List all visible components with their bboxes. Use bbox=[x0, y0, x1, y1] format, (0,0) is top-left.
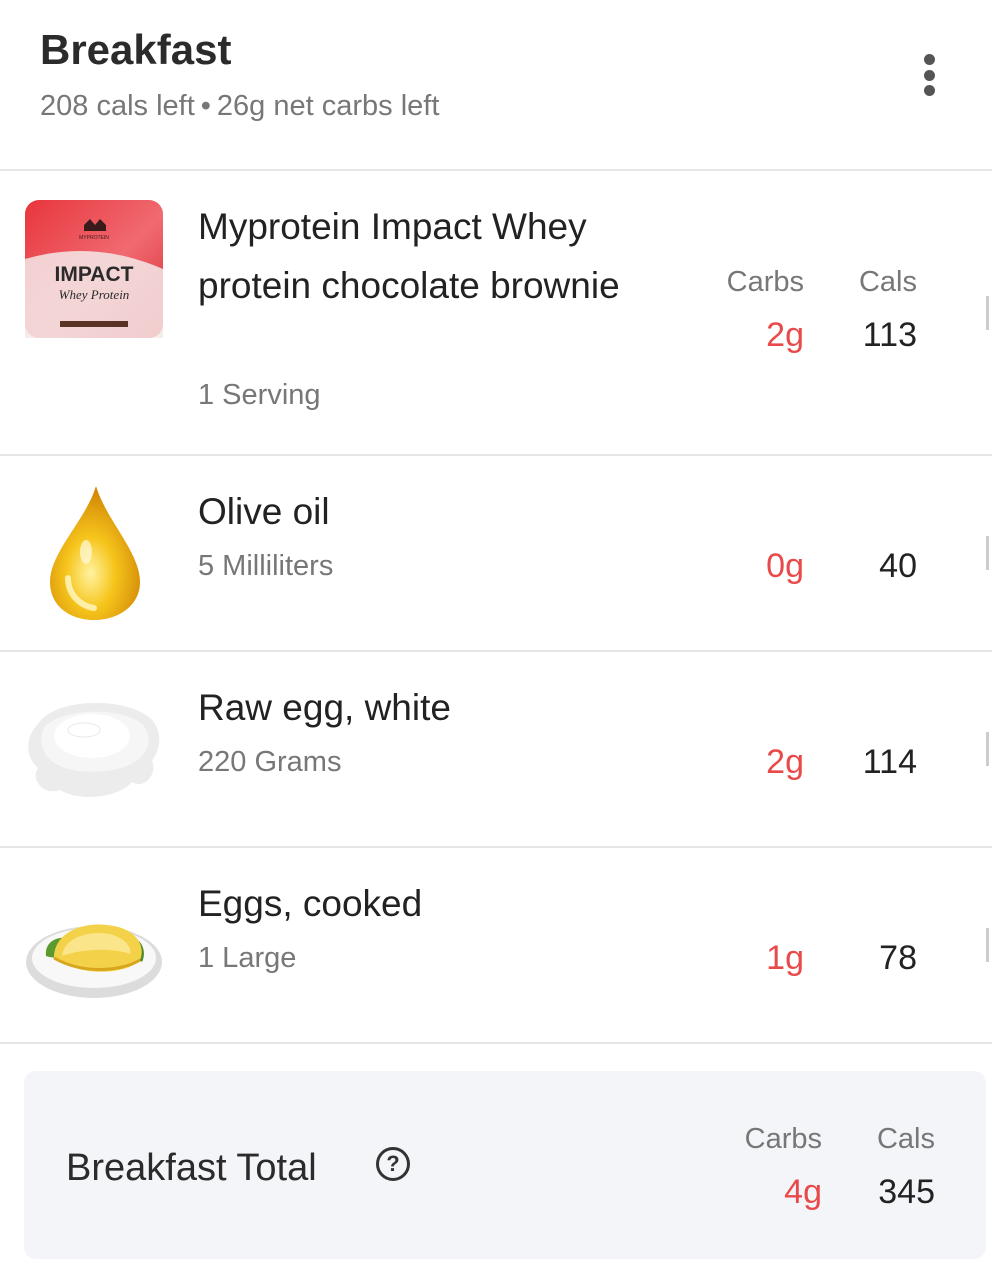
cals-column-header: Cals bbox=[858, 266, 917, 298]
meal-total-label: Breakfast Total bbox=[66, 1147, 317, 1189]
carbs-column-header: Carbs bbox=[744, 1123, 822, 1155]
food-amount: 1 Serving bbox=[198, 379, 321, 411]
food-carbs: 2g bbox=[766, 316, 804, 354]
row-edge-handle[interactable] bbox=[986, 928, 989, 962]
row-edge-handle[interactable] bbox=[986, 536, 989, 570]
egg-white-image bbox=[24, 678, 164, 818]
food-amount: 220 Grams bbox=[198, 746, 342, 778]
food-name: Olive oil bbox=[198, 491, 330, 532]
summary-separator: • bbox=[200, 90, 211, 122]
food-row-eggs-cooked[interactable]: Eggs, cooked 1 Large 1g 78 bbox=[0, 848, 992, 1042]
food-amount: 1 Large bbox=[198, 942, 297, 974]
more-options-icon[interactable] bbox=[913, 50, 945, 100]
meal-total-card: Breakfast Total ? Carbs Cals 4g 345 bbox=[24, 1071, 986, 1259]
food-name: Eggs, cooked bbox=[198, 883, 423, 924]
food-name: Raw egg, white bbox=[198, 687, 451, 728]
pouch-title: IMPACT bbox=[55, 263, 134, 286]
food-cals: 113 bbox=[862, 316, 917, 354]
pouch-subtitle: Whey Protein bbox=[59, 287, 130, 302]
food-name: Myprotein Impact Whey protein chocolate … bbox=[198, 206, 620, 306]
food-row-olive-oil[interactable]: Olive oil 5 Milliliters 0g 40 bbox=[0, 456, 992, 650]
row-edge-handle[interactable] bbox=[986, 732, 989, 766]
meal-header: Breakfast 208 cals left • 26g net carbs le… bbox=[0, 0, 992, 170]
meal-summary: 208 cals left • 26g net carbs left bbox=[40, 90, 439, 123]
row-edge-handle[interactable] bbox=[986, 296, 989, 330]
protein-pouch-image: MYPROTEIN IMPACT Whey Protein bbox=[24, 199, 164, 339]
food-row-egg-white[interactable]: Raw egg, white 220 Grams 2g 114 bbox=[0, 652, 992, 846]
food-carbs: 0g bbox=[766, 547, 804, 585]
omelette-image bbox=[24, 876, 164, 1016]
meal-title: Breakfast bbox=[40, 26, 232, 73]
pouch-brand: MYPROTEIN bbox=[79, 235, 109, 241]
food-cals: 114 bbox=[862, 743, 917, 781]
food-cals: 40 bbox=[879, 547, 917, 585]
divider bbox=[0, 1042, 992, 1044]
net-carbs-left: 26g net carbs left bbox=[216, 90, 440, 122]
cals-left: 208 cals left bbox=[40, 90, 195, 122]
carbs-column-header: Carbs bbox=[726, 266, 804, 298]
help-icon[interactable]: ? bbox=[376, 1147, 410, 1181]
food-amount: 5 Milliliters bbox=[198, 550, 334, 582]
food-carbs: 1g bbox=[766, 939, 804, 977]
food-carbs: 2g bbox=[766, 743, 804, 781]
food-cals: 78 bbox=[879, 939, 917, 977]
cals-column-header: Cals bbox=[876, 1123, 935, 1155]
total-carbs: 4g bbox=[784, 1173, 822, 1211]
food-row-myprotein[interactable]: MYPROTEIN IMPACT Whey Protein Myprotein … bbox=[0, 171, 992, 454]
oil-drop-image bbox=[24, 482, 164, 622]
total-cals: 345 bbox=[878, 1173, 935, 1211]
